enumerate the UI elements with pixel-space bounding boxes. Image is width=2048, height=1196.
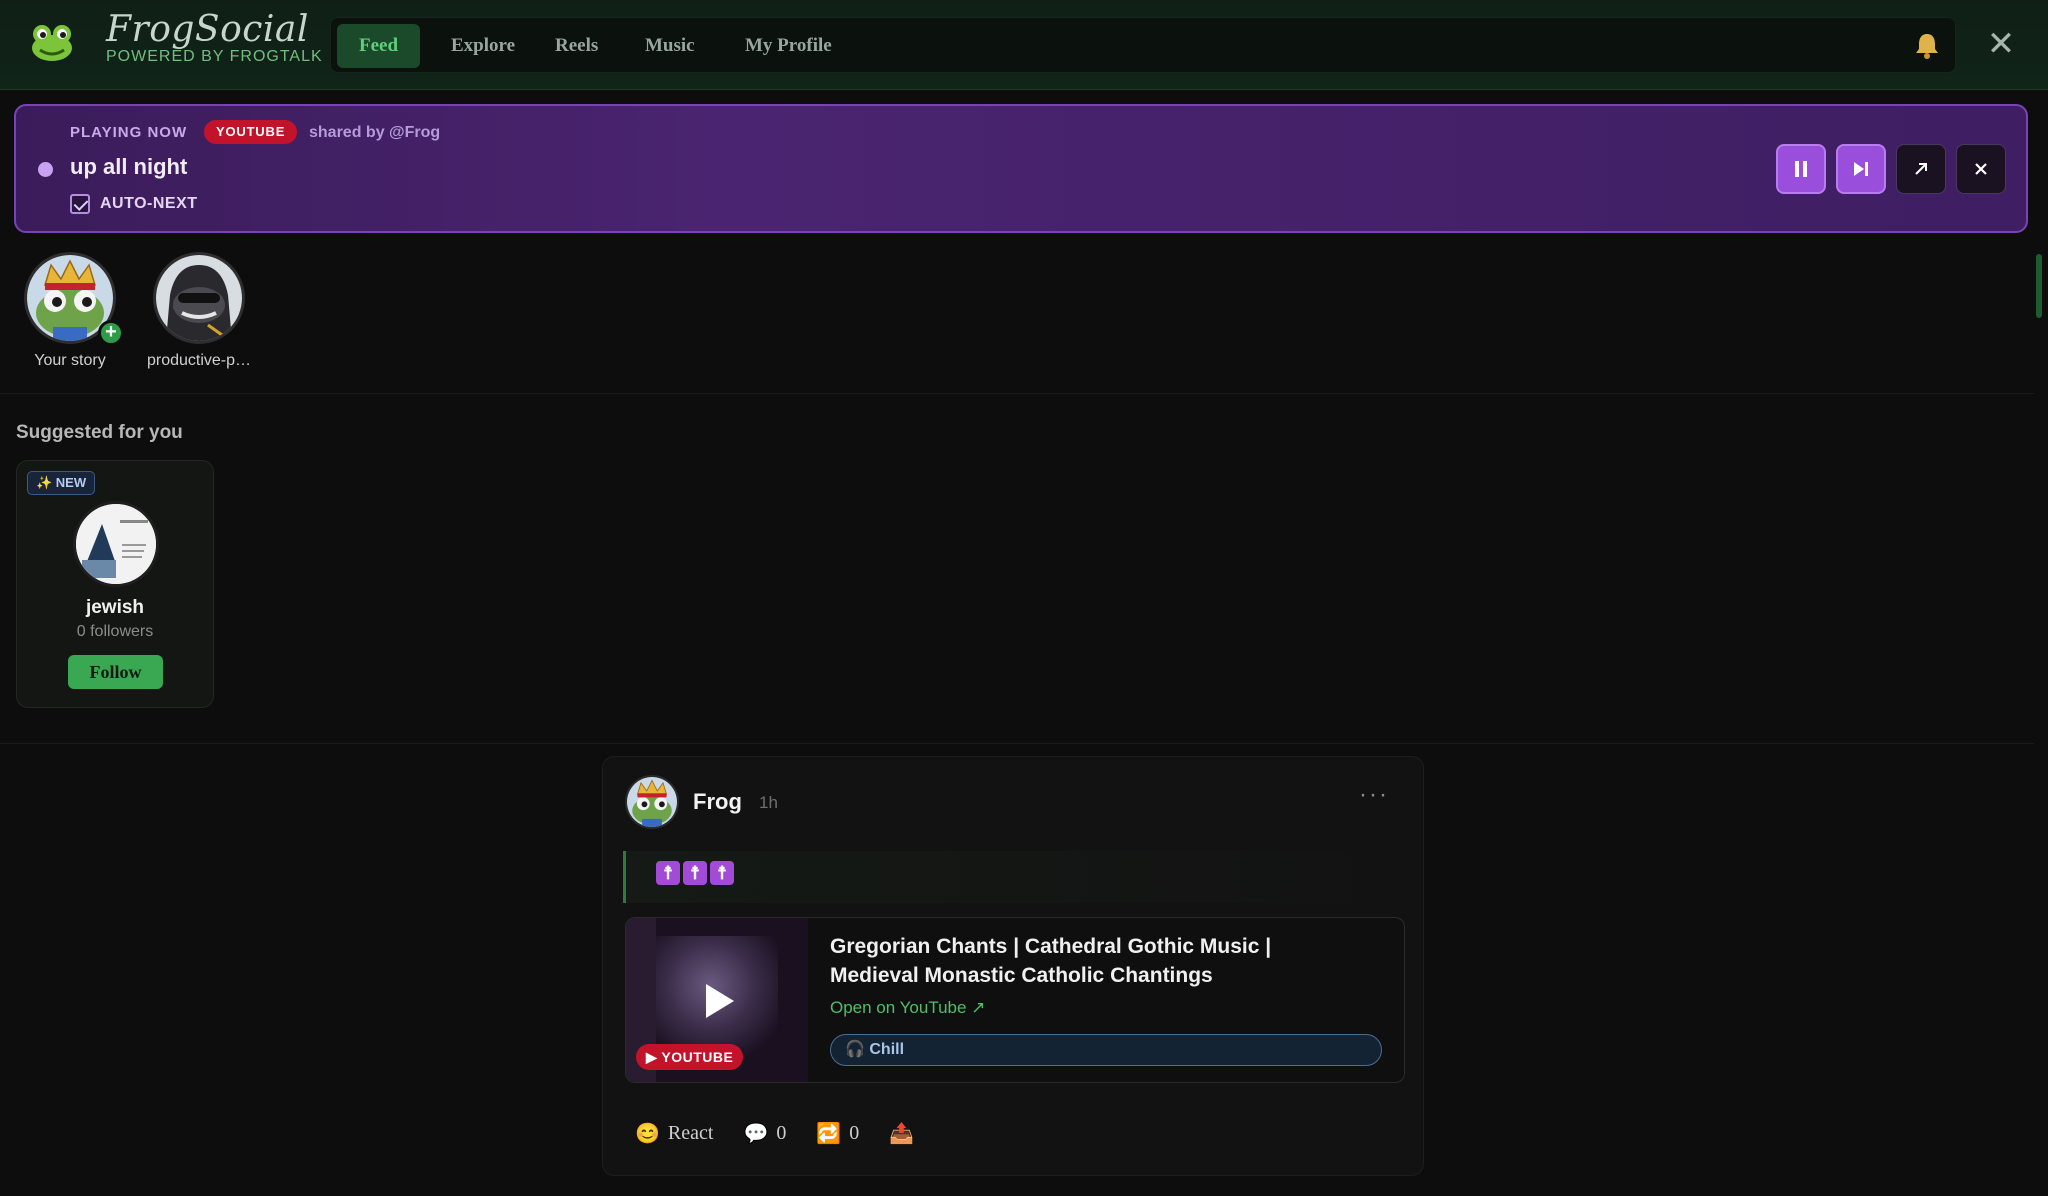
- feed-post: Frog 1h ··· ☨ ☨ ☨ ▶ YOUTUBE Gregorian Ch…: [602, 756, 1424, 1176]
- playing-now-label: PLAYING NOW: [70, 124, 188, 141]
- brand-tagline: POWERED BY FROGTALK: [106, 48, 323, 65]
- add-story-icon[interactable]: +: [98, 320, 124, 346]
- orthodox-cross-icon: ☨: [683, 861, 707, 885]
- follow-button[interactable]: Follow: [68, 655, 163, 689]
- frog-logo-icon[interactable]: [30, 22, 74, 62]
- scrollbar-thumb[interactable]: [2036, 254, 2042, 318]
- main-nav: Feed Explore Reels Music My Profile: [330, 17, 1956, 73]
- smile-icon: 😊: [635, 1123, 660, 1145]
- post-more-button[interactable]: ···: [1359, 781, 1389, 809]
- repost-icon: 🔁: [816, 1123, 842, 1145]
- suggested-username[interactable]: jewish: [17, 597, 213, 619]
- bell-icon[interactable]: [1912, 30, 1942, 60]
- page-scrollbar[interactable]: [2036, 240, 2046, 1196]
- play-icon[interactable]: [706, 984, 734, 1018]
- close-player-button[interactable]: [1956, 144, 2006, 194]
- react-label: React: [667, 1122, 714, 1144]
- repost-button[interactable]: 🔁 0: [816, 1121, 859, 1146]
- post-content: ☨ ☨ ☨: [623, 851, 1407, 903]
- nav-explore[interactable]: Explore: [429, 24, 537, 68]
- post-actions: 😊 React 💬 0 🔁 0 📤: [635, 1121, 952, 1146]
- skip-next-icon: [1854, 162, 1868, 176]
- story-label: productive-p…: [146, 352, 252, 369]
- react-button[interactable]: 😊 React: [635, 1121, 713, 1146]
- frog-king-avatar-icon: [627, 777, 677, 827]
- story-your-story[interactable]: + Your story: [10, 252, 130, 370]
- story-avatar[interactable]: [153, 252, 245, 344]
- share-button[interactable]: 📤: [889, 1121, 922, 1146]
- track-title: up all night: [70, 154, 188, 179]
- pause-button[interactable]: [1776, 144, 1826, 194]
- brand[interactable]: FrogSocial POWERED BY FROGTALK: [106, 10, 323, 66]
- stories-row: + Your story productive-p…: [0, 244, 2034, 394]
- playing-indicator: [38, 162, 53, 177]
- source-badge: YOUTUBE: [204, 120, 298, 144]
- brand-name: FrogSocial: [106, 9, 309, 50]
- document-avatar-icon: [76, 504, 156, 584]
- pause-icon: [1795, 161, 1807, 177]
- suggested-avatar[interactable]: [73, 501, 159, 587]
- orthodox-cross-icon: ☨: [656, 861, 680, 885]
- nav-feed[interactable]: Feed: [337, 24, 421, 68]
- post-author-avatar[interactable]: [625, 775, 679, 829]
- suggested-followers: 0 followers: [76, 623, 154, 640]
- auto-next-checkbox[interactable]: [70, 194, 90, 214]
- skip-next-button[interactable]: [1836, 144, 1886, 194]
- youtube-embed-card[interactable]: ▶ YOUTUBE Gregorian Chants | Cathedral G…: [625, 917, 1405, 1083]
- post-timestamp: 1h: [759, 793, 778, 812]
- orthodox-cross-icon: ☨: [710, 861, 734, 885]
- close-button[interactable]: ✕: [1984, 24, 2018, 64]
- auto-next-label: AUTO-NEXT: [100, 195, 198, 212]
- repost-count: 0: [849, 1122, 860, 1144]
- suggested-section: Suggested for you ✨ NEW jewish 0 followe…: [0, 396, 2034, 744]
- comment-button[interactable]: 💬 0: [743, 1121, 786, 1146]
- share-icon: 📤: [889, 1123, 915, 1145]
- nav-my-profile[interactable]: My Profile: [723, 24, 854, 68]
- open-on-youtube-link[interactable]: Open on YouTube ↗: [830, 998, 985, 1018]
- comment-icon: 💬: [743, 1123, 769, 1145]
- story-productive-p[interactable]: productive-p…: [139, 252, 259, 370]
- nav-music[interactable]: Music: [623, 24, 717, 68]
- new-badge: ✨ NEW: [27, 471, 96, 495]
- hooded-frog-avatar-icon: [156, 255, 242, 341]
- comment-count: 0: [776, 1122, 787, 1144]
- suggested-user-card[interactable]: ✨ NEW jewish 0 followers Follow: [16, 460, 214, 708]
- embed-title[interactable]: Gregorian Chants | Cathedral Gothic Musi…: [830, 932, 1350, 990]
- close-icon: [1975, 163, 1987, 175]
- external-link-icon: [1915, 163, 1927, 175]
- video-thumbnail[interactable]: ▶ YOUTUBE: [626, 918, 808, 1082]
- auto-next-toggle[interactable]: AUTO-NEXT: [70, 194, 198, 214]
- open-external-button[interactable]: [1896, 144, 1946, 194]
- story-label: Your story: [34, 352, 106, 369]
- mood-tag[interactable]: 🎧 Chill: [830, 1034, 1382, 1066]
- now-playing-bar: PLAYING NOW YOUTUBE shared by @Frog up a…: [14, 104, 2028, 233]
- top-header: FrogSocial POWERED BY FROGTALK Feed Expl…: [0, 0, 2048, 90]
- youtube-badge: ▶ YOUTUBE: [636, 1044, 744, 1070]
- post-author-name[interactable]: Frog: [693, 789, 742, 815]
- suggested-title: Suggested for you: [16, 422, 183, 443]
- nav-reels[interactable]: Reels: [533, 24, 620, 68]
- shared-by-text[interactable]: shared by @Frog: [309, 124, 440, 142]
